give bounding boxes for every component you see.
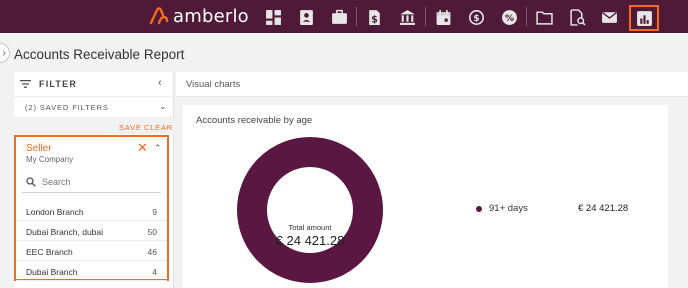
nav-divider <box>526 7 527 26</box>
chart-title: Accounts receivable by age <box>196 115 313 126</box>
brand-name: amberlo <box>173 5 249 27</box>
list-item[interactable]: Dubai Branch, dubai 50 <box>16 221 167 241</box>
legend-value: € 24 421.28 <box>578 203 629 214</box>
seller-filter-label: Seller <box>26 143 52 154</box>
svg-text:%: % <box>504 14 513 24</box>
clear-seller-icon[interactable]: ✕ <box>137 140 148 156</box>
amberlo-logo-icon <box>149 7 169 25</box>
clear-filter-button[interactable]: CLEAR <box>144 123 173 132</box>
option-label: Dubai Branch, dubai <box>26 227 104 237</box>
filter-header: FILTER ‹ <box>14 72 174 96</box>
seller-filter[interactable]: Seller My Company ✕ ⌃ London Branch 9 Du… <box>14 135 169 281</box>
mail-icon[interactable] <box>599 7 619 27</box>
option-count: 46 <box>147 247 157 257</box>
nav-divider <box>356 7 357 26</box>
document-search-icon[interactable] <box>567 7 587 27</box>
filter-actions: SAVE CLEAR <box>14 118 174 134</box>
seller-selected-value: My Company <box>26 155 74 164</box>
donut-chart: Total amount € 24 421.28 <box>237 137 383 283</box>
seller-search <box>22 171 161 193</box>
legend-label: 91+ days <box>489 203 528 214</box>
invoice-dollar-icon[interactable]: $ <box>364 7 384 27</box>
section-title: Visual charts <box>186 79 241 90</box>
contacts-icon[interactable] <box>296 7 316 27</box>
option-count: 9 <box>152 207 157 217</box>
page-title: Accounts Receivable Report <box>14 47 185 62</box>
list-item[interactable]: London Branch 9 <box>16 201 167 221</box>
svg-text:$: $ <box>371 14 378 25</box>
percent-badge-icon[interactable]: % <box>499 7 519 27</box>
chevron-right-icon: › <box>2 47 6 59</box>
briefcase-icon[interactable] <box>329 7 349 27</box>
seller-search-input[interactable] <box>42 175 157 189</box>
top-navigation-bar: amberlo $ $ % <box>0 0 688 33</box>
svg-text:$: $ <box>473 14 479 24</box>
visual-charts-header: Visual charts <box>176 72 688 97</box>
chart-center-label: Total amount <box>289 223 333 232</box>
chevron-up-icon[interactable]: ⌃ <box>154 143 162 154</box>
collapse-filter-icon[interactable]: ‹ <box>158 77 162 89</box>
saved-filters-dropdown[interactable]: (2) SAVED FILTERS ⌄ <box>14 96 174 118</box>
chart-center-value: € 24 421.28 <box>276 233 345 248</box>
save-filter-button[interactable]: SAVE <box>119 123 142 132</box>
reports-chart-icon[interactable] <box>634 8 654 28</box>
filter-title: FILTER <box>39 79 78 89</box>
dashboard-icon[interactable] <box>263 7 283 27</box>
option-label: EEC Branch <box>26 247 73 257</box>
donut-slice[interactable] <box>237 137 383 283</box>
bank-icon[interactable] <box>397 7 417 27</box>
option-label: London Branch <box>26 207 84 217</box>
nav-divider <box>425 7 426 26</box>
saved-filters-label: (2) SAVED FILTERS <box>25 103 109 112</box>
option-count: 4 <box>152 267 157 277</box>
list-item[interactable]: EEC Branch 46 <box>16 241 167 261</box>
list-item[interactable]: Dubai Branch 4 <box>16 261 167 281</box>
legend-marker <box>476 206 482 212</box>
option-count: 50 <box>147 227 157 237</box>
calendar-icon[interactable] <box>433 7 453 27</box>
chevron-down-icon: ⌄ <box>159 101 167 111</box>
option-label: Dubai Branch <box>26 267 78 277</box>
seller-options-list: London Branch 9 Dubai Branch, dubai 50 E… <box>16 201 167 281</box>
brand[interactable]: amberlo <box>149 5 249 27</box>
folder-icon[interactable] <box>534 7 554 27</box>
filter-lines-icon <box>20 80 31 88</box>
chart-card: Accounts receivable by age Total amount … <box>183 105 668 288</box>
search-icon <box>26 177 36 187</box>
time-money-icon[interactable]: $ <box>466 7 486 27</box>
